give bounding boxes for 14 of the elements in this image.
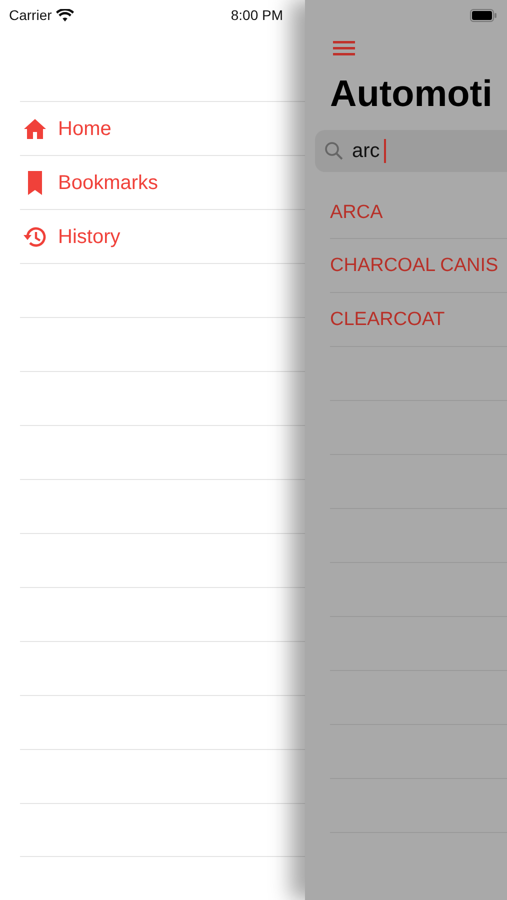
result-item[interactable]: ARCA: [330, 199, 383, 228]
carrier-label: Carrier: [9, 6, 52, 24]
menu-item[interactable]: Home: [58, 114, 112, 144]
menu-item[interactable]: History: [58, 222, 120, 252]
wifi-icon: [56, 8, 74, 22]
text-cursor: [384, 139, 386, 164]
search-field[interactable]: arc: [315, 130, 507, 172]
result-item[interactable]: CHARCOAL CANIS: [330, 252, 498, 280]
page-title: Automoti: [330, 72, 494, 116]
result-item[interactable]: CLEARCOAT: [330, 306, 445, 334]
battery-icon: [470, 8, 497, 22]
status-time: 8:00 PM: [230, 6, 283, 24]
menu-item[interactable]: Bookmarks: [58, 168, 158, 198]
menu-icon[interactable]: [332, 38, 356, 58]
